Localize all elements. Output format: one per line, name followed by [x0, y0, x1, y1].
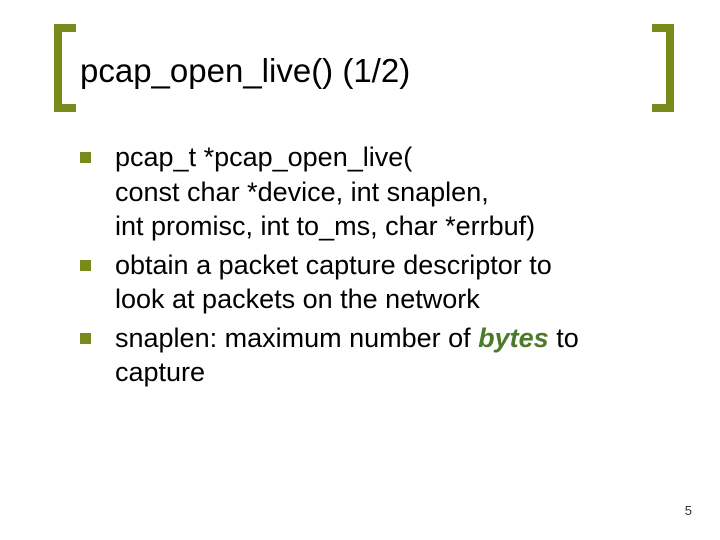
- line: pcap_t *pcap_open_live(: [115, 142, 412, 172]
- list-item: obtain a packet capture descriptor to lo…: [80, 248, 670, 317]
- list-item: snaplen: maximum number of bytes to capt…: [80, 321, 670, 390]
- line: look at packets on the network: [115, 284, 480, 314]
- bullet-icon: [80, 333, 91, 344]
- list-item: pcap_t *pcap_open_live( const char *devi…: [80, 140, 670, 244]
- slide-title-wrap: pcap_open_live() (1/2): [56, 36, 664, 106]
- line-part: to: [549, 323, 579, 353]
- slide: pcap_open_live() (1/2) pcap_t *pcap_open…: [0, 0, 720, 540]
- line: int promisc, int to_ms, char *errbuf): [115, 211, 535, 241]
- slide-title: pcap_open_live() (1/2): [56, 53, 434, 89]
- bullet-icon: [80, 152, 91, 163]
- line-part: snaplen: maximum number of: [115, 323, 478, 353]
- page-number: 5: [685, 503, 692, 518]
- bullet-text: pcap_t *pcap_open_live( const char *devi…: [115, 140, 535, 244]
- line-part: capture: [115, 357, 205, 387]
- bullet-text: obtain a packet capture descriptor to lo…: [115, 248, 552, 317]
- slide-body: pcap_t *pcap_open_live( const char *devi…: [80, 140, 670, 394]
- emphasis-word: bytes: [478, 323, 549, 353]
- bullet-text: snaplen: maximum number of bytes to capt…: [115, 321, 579, 390]
- line: const char *device, int snaplen,: [115, 177, 489, 207]
- bullet-icon: [80, 260, 91, 271]
- line: obtain a packet capture descriptor to: [115, 250, 552, 280]
